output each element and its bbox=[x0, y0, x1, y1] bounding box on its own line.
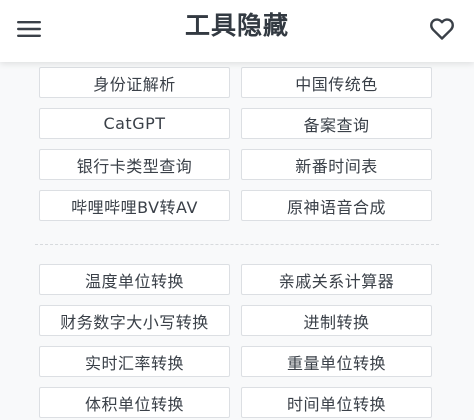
tool-button-amount-in-words[interactable]: 财务数字大小写转换 bbox=[39, 305, 230, 336]
tool-button-catgpt[interactable]: CatGPT bbox=[39, 108, 230, 139]
tool-button-exchange-rate[interactable]: 实时汇率转换 bbox=[39, 346, 230, 377]
tool-button-bv-to-av[interactable]: 哔哩哔哩BV转AV bbox=[39, 190, 230, 221]
tool-button-volume-converter[interactable]: 体积单位转换 bbox=[39, 387, 230, 418]
tool-group-2: 温度单位转换 亲戚关系计算器 财务数字大小写转换 进制转换 实时汇率转换 重量单… bbox=[39, 264, 432, 418]
tool-button-bank-card-type[interactable]: 银行卡类型查询 bbox=[39, 149, 230, 180]
favorite-button[interactable] bbox=[426, 16, 458, 46]
tool-button-id-card-parser[interactable]: 身份证解析 bbox=[39, 67, 230, 98]
tool-button-genshin-voice[interactable]: 原神语音合成 bbox=[241, 190, 432, 221]
tool-button-kinship-calculator[interactable]: 亲戚关系计算器 bbox=[241, 264, 432, 295]
tool-button-weight-converter[interactable]: 重量单位转换 bbox=[241, 346, 432, 377]
tool-group-1: 身份证解析 中国传统色 CatGPT 备案查询 银行卡类型查询 新番时间表 哔哩… bbox=[39, 67, 432, 221]
page: 工具隐藏 身份证解析 中国传统色 CatGPT 备案查询 银行卡类型查询 新番时… bbox=[0, 0, 474, 420]
tool-button-base-converter[interactable]: 进制转换 bbox=[241, 305, 432, 336]
page-title: 工具隐藏 bbox=[184, 11, 289, 40]
tool-button-time-converter[interactable]: 时间单位转换 bbox=[241, 387, 432, 418]
tool-list: 身份证解析 中国传统色 CatGPT 备案查询 银行卡类型查询 新番时间表 哔哩… bbox=[0, 62, 474, 420]
tool-button-chinese-colors[interactable]: 中国传统色 bbox=[241, 67, 432, 98]
section-divider bbox=[35, 244, 439, 245]
tool-button-icp-lookup[interactable]: 备案查询 bbox=[241, 108, 432, 139]
heart-outline-icon bbox=[429, 17, 455, 45]
tool-button-temperature-converter[interactable]: 温度单位转换 bbox=[39, 264, 230, 295]
top-app-bar: 工具隐藏 bbox=[0, 0, 474, 62]
tool-button-anime-schedule[interactable]: 新番时间表 bbox=[241, 149, 432, 180]
